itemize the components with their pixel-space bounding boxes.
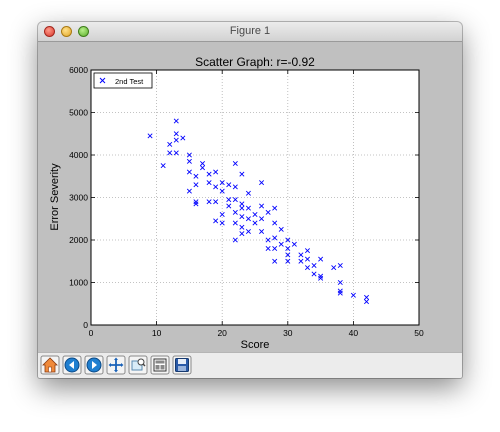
save-icon	[172, 355, 192, 375]
scatter-chart: 0 10 20 30 40 50 0 1000 2000 3000 4000 5000 6000 Sca…	[49, 55, 424, 351]
x-axis-label: Score	[241, 339, 270, 351]
pan-icon	[106, 355, 126, 375]
y-tick-label: 2000	[69, 235, 88, 245]
x-tick-label: 30	[283, 328, 293, 338]
save-button[interactable]	[172, 355, 192, 375]
zoom-rect-icon	[128, 355, 148, 375]
figure-canvas[interactable]: 0 10 20 30 40 50 0 1000 2000 3000 4000 5000 6000 Sca…	[38, 42, 462, 352]
title-bar[interactable]: Figure 1	[38, 22, 462, 42]
x-tick-label: 20	[217, 328, 227, 338]
y-tick-label: 5000	[69, 108, 88, 118]
y-axis-label: Error Severity	[49, 163, 61, 231]
home-icon	[40, 355, 60, 375]
home-button[interactable]	[40, 355, 60, 375]
legend: 2nd Test	[93, 72, 153, 89]
y-tick-label: 0	[83, 320, 88, 330]
navigation-toolbar	[38, 352, 462, 378]
forward-button[interactable]	[84, 355, 104, 375]
window-title: Figure 1	[229, 25, 271, 37]
figure-window: Figure 1 0 10 20 30 40 50 0 1000 2000 3000 4000 500…	[38, 22, 462, 378]
subplots-icon	[150, 355, 170, 375]
x-tick-label: 40	[349, 328, 359, 338]
x-tick-label: 50	[414, 328, 424, 338]
back-icon	[62, 355, 82, 375]
x-tick-label: 0	[89, 328, 94, 338]
zoom-rect-button[interactable]	[128, 355, 148, 375]
legend-label: 2nd Test	[115, 77, 144, 86]
plot-area	[91, 70, 419, 325]
y-tick-label: 3000	[69, 193, 88, 203]
y-tick-label: 1000	[69, 278, 88, 288]
back-button[interactable]	[62, 355, 82, 375]
y-tick-label: 4000	[69, 150, 88, 160]
y-tick-label: 6000	[69, 65, 88, 75]
pan-button[interactable]	[106, 355, 126, 375]
chart-title: Scatter Graph: r=-0.92	[195, 55, 315, 69]
forward-icon	[84, 355, 104, 375]
x-tick-label: 10	[152, 328, 162, 338]
subplots-button[interactable]	[150, 355, 170, 375]
